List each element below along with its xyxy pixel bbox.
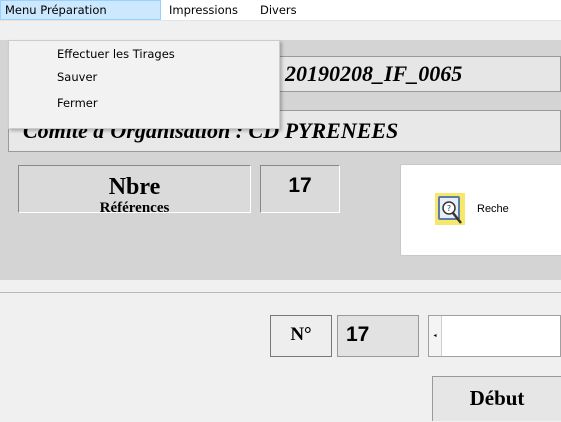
menu-impressions[interactable]: Impressions [165, 0, 242, 20]
recherche-button-label: Reche [477, 203, 509, 215]
nbre-value: 17 [260, 165, 340, 213]
menu-item-fermer[interactable]: Fermer [9, 93, 279, 113]
menu-item-effectuer-tirages[interactable]: Effectuer les Tirages [9, 44, 279, 64]
menu-bar: Menu Préparation Impressions Divers [0, 0, 561, 21]
nbre-label-box: Nbre Références [18, 165, 251, 213]
numero-value: 17 [337, 315, 419, 357]
nbre-sublabel: Références [99, 200, 170, 213]
menu-item-sauver[interactable]: Sauver [9, 67, 279, 87]
svg-text:?: ? [447, 204, 451, 213]
menu-preparation-dropdown: Effectuer les Tirages Sauver Fermer [8, 40, 280, 129]
recherche-button[interactable]: ? Reche [400, 164, 561, 256]
numero-label: N° [270, 315, 332, 357]
debut-column-header: Début [432, 376, 561, 421]
menu-preparation[interactable]: Menu Préparation [0, 0, 161, 20]
menu-divers[interactable]: Divers [256, 0, 301, 20]
separator [0, 280, 561, 292]
nbre-label: Nbre [108, 174, 161, 200]
detail-input[interactable]: ◂ [428, 315, 561, 357]
search-book-icon: ? [435, 192, 465, 226]
scroll-left-arrow-icon[interactable]: ◂ [429, 316, 442, 356]
